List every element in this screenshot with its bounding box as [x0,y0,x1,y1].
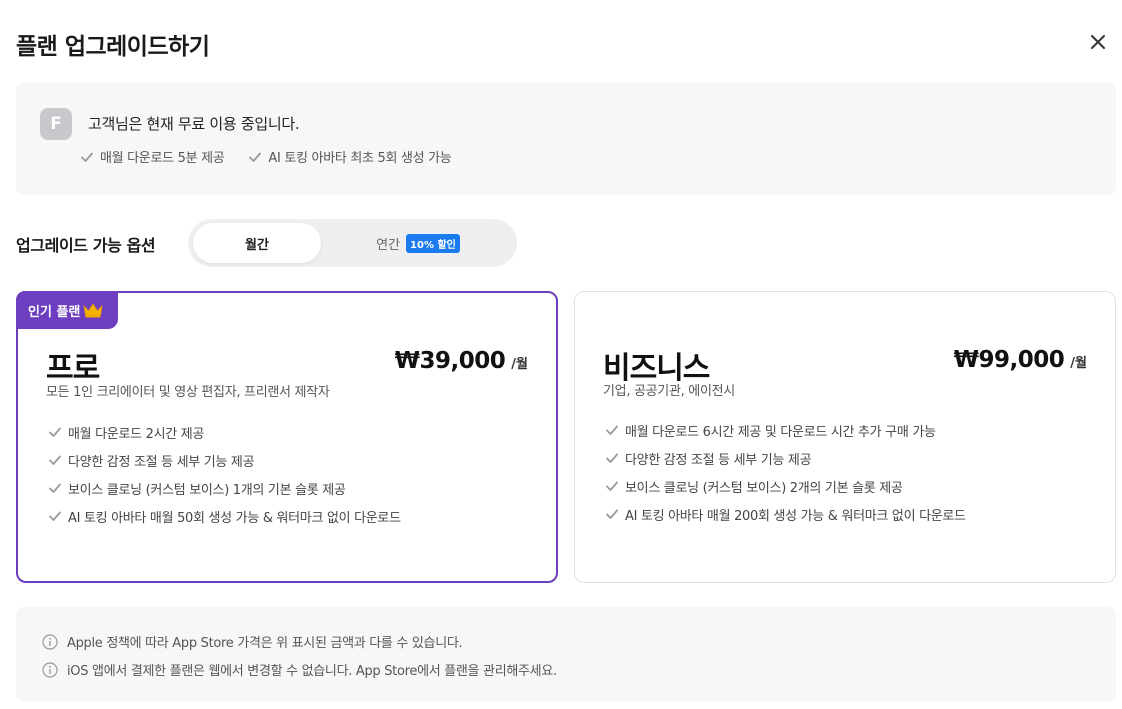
check-icon [249,152,262,162]
current-plan-text: 고객님은 현재 무료 이용 중입니다. [88,115,300,133]
billing-period-toggle: 월간 연간 10% 할인 [188,219,517,267]
price-unit: /월 [1070,356,1087,371]
check-icon [49,511,61,521]
plan-feature-label: 다양한 감정 조절 등 세부 기능 제공 [68,454,255,470]
plan-feature: 다양한 감정 조절 등 세부 기능 제공 [48,451,401,470]
plan-feature: 다양한 감정 조절 등 세부 기능 제공 [605,449,966,468]
plan-description: 모든 1인 크리에이터 및 영상 편집자, 프리랜서 제작자 [46,385,330,400]
plan-price: ₩39,000 /월 [395,348,528,374]
plan-feature: 매월 다운로드 2시간 제공 [48,423,401,442]
current-plan-feature-label: AI 토킹 아바타 최초 5회 생성 가능 [268,151,452,166]
price-value: ₩39,000 [394,348,506,374]
tab-monthly[interactable]: 월간 [193,223,321,263]
price-value: ₩99,000 [953,347,1065,373]
close-icon[interactable] [1086,30,1110,54]
notice-panel: Apple 정책에 따라 App Store 가격은 위 표시된 금액과 다를 … [16,607,1116,701]
plan-feature-label: 보이스 클로닝 (커스텀 보이스) 2개의 기본 슬롯 제공 [625,480,903,496]
discount-badge: 10% 할인 [406,233,460,253]
plan-avatar: F [40,108,72,140]
check-icon [81,152,93,162]
tab-monthly-label: 월간 [245,237,269,253]
plan-feature: AI 토킹 아바타 매월 50회 생성 가능 & 워터마크 없이 다운로드 [48,507,401,526]
plan-feature: 보이스 클로닝 (커스텀 보이스) 2개의 기본 슬롯 제공 [605,477,966,496]
plan-feature: 매월 다운로드 6시간 제공 및 다운로드 시간 추가 구매 가능 [605,421,966,440]
check-icon [49,427,61,437]
current-plan-panel: F 고객님은 현재 무료 이용 중입니다. 매월 다운로드 5분 제공 AI 토… [16,82,1116,195]
plan-feature-label: AI 토킹 아바타 매월 200회 생성 가능 & 워터마크 없이 다운로드 [625,508,966,524]
plan-feature-label: 다양한 감정 조절 등 세부 기능 제공 [625,452,812,468]
plan-feature-label: AI 토킹 아바타 매월 50회 생성 가능 & 워터마크 없이 다운로드 [68,510,401,526]
check-icon [606,453,618,463]
tab-yearly[interactable]: 연간 10% 할인 [323,223,513,263]
popular-plan-badge-label: 인기 플랜 [28,304,81,320]
popular-plan-badge: 인기 플랜 [16,291,119,329]
price-unit: /월 [511,357,528,372]
check-icon [606,481,618,491]
current-plan-feature: 매월 다운로드 5분 제공 [80,147,225,166]
info-icon [42,633,58,650]
plan-feature: AI 토킹 아바타 매월 200회 생성 가능 & 워터마크 없이 다운로드 [605,505,966,524]
plan-description: 기업, 공공기관, 에이전시 [603,384,735,399]
check-icon [606,425,618,435]
plan-feature-label: 보이스 클로닝 (커스텀 보이스) 1개의 기본 슬롯 제공 [68,482,346,498]
check-icon [606,509,618,519]
options-label: 업그레이드 가능 옵션 [16,236,156,255]
plan-price: ₩99,000 /월 [954,347,1087,373]
check-icon [49,455,61,465]
plan-feature-label: 매월 다운로드 6시간 제공 및 다운로드 시간 추가 구매 가능 [625,424,936,440]
page-title: 플랜 업그레이드하기 [16,34,210,60]
plan-feature: 보이스 클로닝 (커스텀 보이스) 1개의 기본 슬롯 제공 [48,479,401,498]
tab-yearly-label: 연간 [376,237,401,253]
plan-card-business[interactable]: 비즈니스 ₩99,000 /월 기업, 공공기관, 에이전시 매월 다운로드 6… [574,291,1116,583]
crown-icon [83,303,103,318]
plan-feature-label: 매월 다운로드 2시간 제공 [68,426,205,442]
info-icon [42,661,58,678]
check-icon [49,483,61,493]
current-plan-feature: AI 토킹 아바타 최초 5회 생성 가능 [248,147,452,166]
notice-item: Apple 정책에 따라 App Store 가격은 위 표시된 금액과 다를 … [42,632,463,651]
notice-text: Apple 정책에 따라 App Store 가격은 위 표시된 금액과 다를 … [67,636,463,651]
notice-item: iOS 앱에서 결제한 플랜은 웹에서 변경할 수 없습니다. App Stor… [42,660,557,679]
current-plan-feature-label: 매월 다운로드 5분 제공 [100,151,225,166]
plan-card-pro[interactable]: 인기 플랜 프로 ₩39,000 /월 모든 1인 크리에이터 및 영상 편집자… [16,291,558,583]
notice-text: iOS 앱에서 결제한 플랜은 웹에서 변경할 수 없습니다. App Stor… [67,664,557,679]
